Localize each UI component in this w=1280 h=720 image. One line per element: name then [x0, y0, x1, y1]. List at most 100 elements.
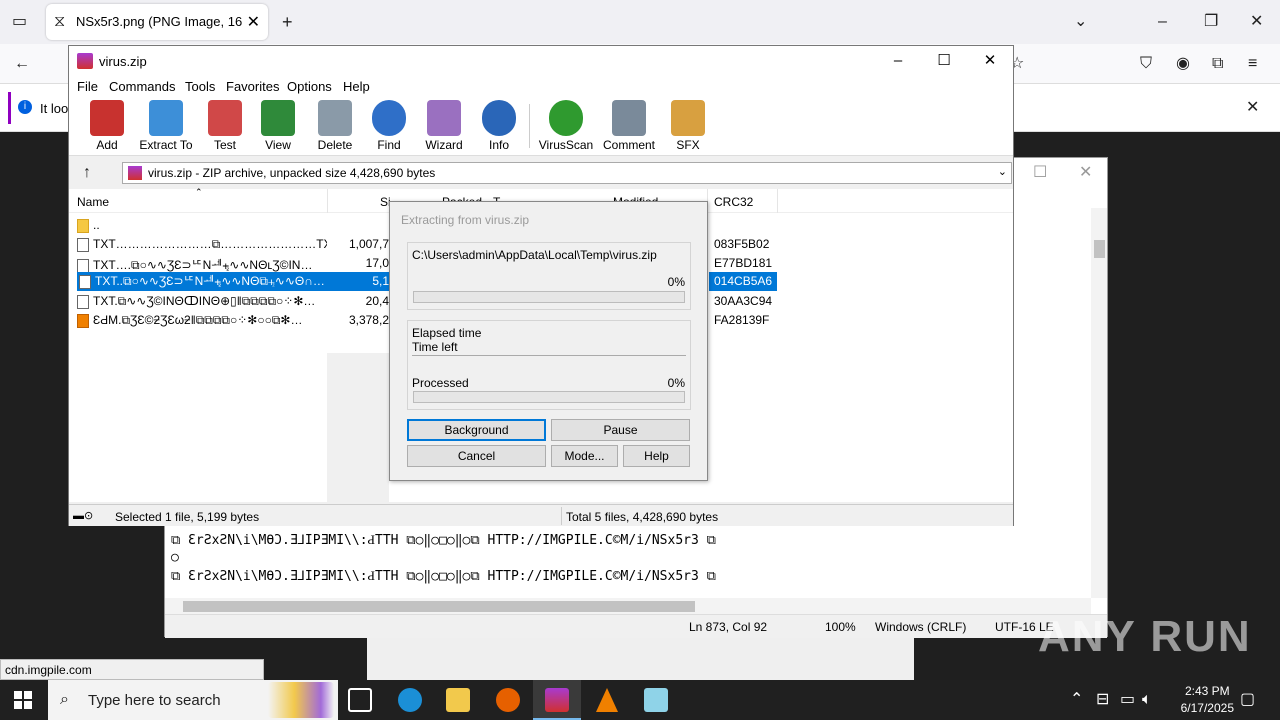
cancel-button[interactable]: Cancel	[407, 445, 546, 467]
menu-icon[interactable]: ≡	[1248, 56, 1257, 72]
browser-tab[interactable]: ⧖ NSx5r3.png (PNG Image, 16384 ✕	[46, 4, 268, 40]
volume-icon[interactable]: 🔈︎	[1142, 692, 1152, 708]
restore-icon[interactable]: ❐	[1204, 14, 1218, 30]
processed-percent: 0%	[667, 376, 685, 390]
network-icon[interactable]: ⊟	[1096, 692, 1109, 708]
extract-to-icon	[149, 100, 183, 136]
new-tab-icon[interactable]: +	[282, 13, 293, 31]
vertical-scrollbar[interactable]	[1091, 208, 1107, 598]
background-button[interactable]: Background	[407, 419, 546, 441]
sfx-button[interactable]: SFX	[667, 100, 709, 152]
file-crc: 083F5B02	[714, 237, 770, 251]
find-button[interactable]: Find	[369, 100, 409, 152]
minimize-icon[interactable]: –	[1158, 14, 1167, 30]
file-crc: 30AA3C94	[714, 294, 773, 308]
view-button[interactable]: View	[257, 100, 299, 152]
task-view-icon[interactable]	[348, 688, 372, 712]
pause-button[interactable]: Pause	[551, 419, 690, 441]
notepad-statusbar: Ln 873, Col 92 100% Windows (CRLF) UTF-1…	[165, 614, 1107, 638]
file-crc: FA28139F	[714, 313, 770, 327]
search-highlight-image	[268, 682, 334, 718]
taskbar: ⌕ Type here to search ⌃ ⊟ ▭ 🔈︎ 2:43 PM 6…	[0, 680, 1280, 720]
wizard-button[interactable]: Wizard	[421, 100, 467, 152]
notepad-restore-icon[interactable]: ☐	[1033, 165, 1047, 181]
extraction-dialog: Extracting from virus.zip C:\Users\admin…	[389, 201, 708, 481]
status-selected: Selected 1 file, 5,199 bytes	[115, 510, 260, 524]
comment-button[interactable]: Comment	[601, 100, 657, 152]
taskbar-search[interactable]: ⌕ Type here to search	[48, 680, 338, 720]
notepad-icon[interactable]	[644, 688, 668, 712]
close-tab-icon[interactable]: ✕	[247, 12, 260, 32]
col-name[interactable]: Name	[77, 195, 109, 209]
file-explorer-icon[interactable]	[446, 688, 470, 712]
show-hidden-icons-icon[interactable]: ⌃	[1070, 692, 1083, 708]
anyrun-watermark: ANY RUN	[1038, 612, 1252, 661]
file-size: 17,0	[365, 256, 389, 270]
address-dropdown[interactable]: virus.zip - ZIP archive, unpacked size 4…	[122, 162, 1012, 184]
edge-icon[interactable]	[398, 688, 422, 712]
extract-path: C:\Users\admin\AppData\Local\Temp\virus.…	[412, 248, 657, 262]
windows-start-icon[interactable]	[14, 691, 32, 709]
text-line[interactable]: ⧉ ƐrƧxƧN\i\MϴƆ.Ǝ⅃IPƎMI\\:ԀTTH ⧉○‖○□○‖○⧉ …	[171, 532, 716, 548]
firefox-icon[interactable]	[496, 688, 520, 712]
menu-help[interactable]: Help	[343, 79, 370, 94]
vertical-scroll-thumb[interactable]	[1094, 240, 1105, 258]
menu-tools[interactable]: Tools	[185, 79, 215, 94]
text-file-icon	[77, 258, 89, 273]
total-progress-bar	[413, 391, 685, 403]
elapsed-label: Elapsed time	[412, 326, 482, 340]
tab-title: NSx5r3.png (PNG Image, 16384	[76, 14, 242, 29]
text-line[interactable]: ⧉ ƐrƧxƧN\i\MϴƆ.Ǝ⅃IPƎMI\\:ԀTTH ⧉○‖○□○‖○⧉ …	[171, 568, 716, 584]
test-button[interactable]: Test	[205, 100, 245, 152]
close-icon[interactable]: ✕	[967, 50, 1013, 72]
text-line[interactable]: ○	[171, 550, 179, 565]
info-icon	[482, 100, 516, 136]
list-empty-area	[327, 353, 389, 502]
status-total: Total 5 files, 4,428,690 bytes	[566, 510, 719, 524]
col-crc32[interactable]: CRC32	[714, 195, 753, 209]
view-icon	[261, 100, 295, 136]
menu-file[interactable]: File	[77, 79, 98, 94]
extensions-icon[interactable]: ⧉	[1212, 56, 1223, 72]
mode-button[interactable]: Mode...	[551, 445, 618, 467]
pocket-icon[interactable]: ⛉	[1140, 56, 1152, 72]
display-icon[interactable]: ▭	[1120, 692, 1135, 708]
minimize-icon[interactable]: –	[875, 50, 921, 72]
text-file-icon	[77, 294, 89, 309]
menu-options[interactable]: Options	[287, 79, 332, 94]
info-icon: i	[18, 100, 32, 114]
up-folder-icon[interactable]: ↑	[83, 165, 91, 181]
search-icon: ⌕	[60, 691, 69, 708]
list-tabs-icon[interactable]: ⌄	[1074, 14, 1087, 30]
clock[interactable]: 2:43 PM 6/17/2025	[1181, 683, 1234, 717]
vlc-file-icon	[77, 313, 89, 328]
close-browser-icon[interactable]: ✕	[1250, 14, 1263, 30]
vlc-icon[interactable]	[596, 688, 618, 712]
horizontal-scrollbar[interactable]	[165, 598, 1091, 614]
zoom-level: 100%	[825, 620, 856, 634]
back-icon[interactable]: ←	[14, 56, 30, 72]
sort-arrow-icon: ⌃	[195, 187, 203, 197]
virusscan-button[interactable]: VirusScan	[537, 100, 595, 152]
winrar-taskbar-button[interactable]	[533, 680, 581, 720]
image-tab-icon: ⧖	[54, 13, 66, 30]
window-title: virus.zip	[99, 54, 147, 69]
tab-overview-icon[interactable]: ▭	[12, 14, 27, 30]
folder-icon	[77, 218, 89, 233]
info-button[interactable]: Info	[479, 100, 519, 152]
menu-favorites[interactable]: Favorites	[226, 79, 279, 94]
extract-to-button[interactable]: Extract To	[137, 100, 195, 152]
close-notification-icon[interactable]: ✕	[1246, 100, 1259, 116]
file-progress-group: C:\Users\admin\AppData\Local\Temp\virus.…	[407, 242, 691, 310]
account-icon[interactable]: ◉	[1176, 56, 1190, 72]
add-button[interactable]: Add	[87, 100, 127, 152]
wizard-icon	[427, 100, 461, 136]
notepad-close-icon[interactable]: ✕	[1079, 165, 1092, 181]
help-button[interactable]: Help	[623, 445, 690, 467]
menu-commands[interactable]: Commands	[109, 79, 175, 94]
maximize-icon[interactable]: ☐	[921, 50, 967, 72]
notifications-icon[interactable]: ▢	[1240, 692, 1255, 708]
horizontal-scroll-thumb[interactable]	[183, 601, 695, 612]
total-progress-group: Elapsed time Time left Processed 0%	[407, 320, 691, 410]
delete-button[interactable]: Delete	[313, 100, 357, 152]
